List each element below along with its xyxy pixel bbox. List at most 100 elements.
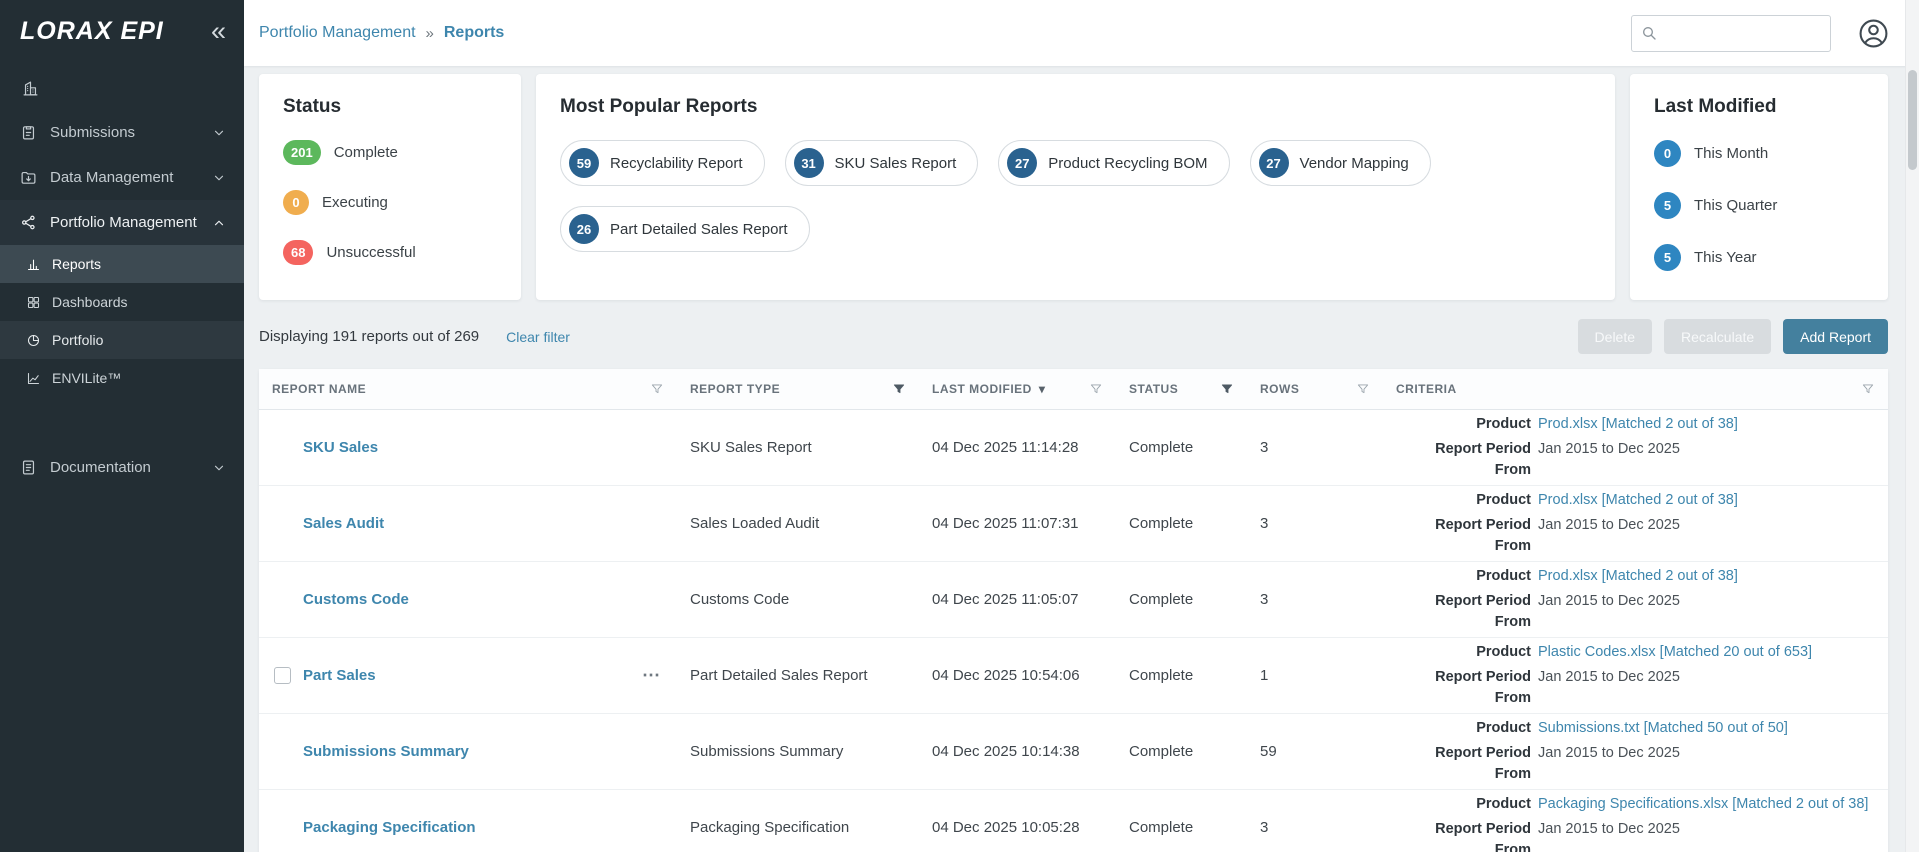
- last-modified-count-badge: 5: [1654, 244, 1681, 271]
- table-row[interactable]: SKU Sales ⋯ SKU Sales Report 04 Dec 2025…: [259, 410, 1888, 486]
- popular-count-badge: 31: [794, 148, 824, 178]
- user-avatar-icon[interactable]: [1858, 18, 1889, 49]
- chevron-down-icon: [212, 461, 226, 475]
- table-row[interactable]: Customs Code ⋯ Customs Code 04 Dec 2025 …: [259, 562, 1888, 638]
- sidebar-item-envilite[interactable]: ENVILite™: [0, 359, 244, 397]
- filter-icon[interactable]: [892, 382, 906, 396]
- filter-icon[interactable]: [1356, 382, 1370, 396]
- network-icon: [20, 214, 37, 231]
- search-input[interactable]: [1664, 25, 1821, 41]
- popular-report-pill[interactable]: 31 SKU Sales Report: [785, 140, 979, 186]
- sidebar-item-submissions[interactable]: Submissions: [0, 110, 244, 155]
- table-body: SKU Sales ⋯ SKU Sales Report 04 Dec 2025…: [259, 410, 1888, 852]
- sidebar-collapse-button[interactable]: «: [211, 18, 226, 45]
- filter-icon[interactable]: [1861, 382, 1875, 396]
- row-menu-button[interactable]: ⋯: [638, 665, 664, 686]
- criteria-label: Report Period From: [1396, 743, 1531, 785]
- table-row[interactable]: Sales Audit ⋯ Sales Loaded Audit 04 Dec …: [259, 486, 1888, 562]
- report-name-cell: Packaging Specification ⋯: [259, 817, 677, 838]
- column-header-label: REPORT TYPE: [690, 382, 780, 396]
- filter-icon[interactable]: [1220, 382, 1234, 396]
- criteria-label: Report Period From: [1396, 515, 1531, 557]
- vertical-scrollbar[interactable]: [1905, 0, 1919, 852]
- report-name-link[interactable]: SKU Sales: [303, 439, 378, 456]
- report-name-link[interactable]: Packaging Specification: [303, 819, 476, 836]
- criteria-value-link[interactable]: Submissions.txt [Matched 50 out of 50]: [1538, 718, 1874, 739]
- popular-pill-label: Product Recycling BOM: [1048, 155, 1207, 172]
- recalculate-button[interactable]: Recalculate: [1664, 319, 1771, 354]
- report-name-cell: Part Sales ⋯: [259, 665, 677, 686]
- breadcrumb: Portfolio Management » Reports: [259, 24, 504, 42]
- table-row[interactable]: Packaging Specification ⋯ Packaging Spec…: [259, 790, 1888, 852]
- column-header[interactable]: LAST MODIFIED ▾: [919, 382, 1116, 396]
- breadcrumb-portfolio-management[interactable]: Portfolio Management: [259, 24, 416, 42]
- column-header[interactable]: REPORT TYPE ▾: [677, 382, 919, 396]
- last-modified-cell: 04 Dec 2025 11:14:28: [919, 439, 1116, 456]
- sidebar-item-label: Data Management: [50, 169, 173, 186]
- sidebar-item-portfolio[interactable]: Portfolio: [0, 321, 244, 359]
- criteria-label: Report Period From: [1396, 591, 1531, 633]
- sidebar-item-portfolio-management[interactable]: Portfolio Management: [0, 200, 244, 245]
- criteria-line: ProductProd.xlsx [Matched 2 out of 38]: [1396, 414, 1874, 435]
- report-name-link[interactable]: Submissions Summary: [303, 743, 469, 760]
- sidebar-item-dashboards[interactable]: Dashboards: [0, 283, 244, 321]
- scrollbar-thumb[interactable]: [1908, 70, 1917, 170]
- criteria-value-link[interactable]: Prod.xlsx [Matched 2 out of 38]: [1538, 490, 1874, 511]
- criteria-value-link[interactable]: Plastic Codes.xlsx [Matched 20 out of 65…: [1538, 642, 1874, 663]
- sidebar-item-data-management[interactable]: Data Management: [0, 155, 244, 200]
- breadcrumb-separator: »: [426, 25, 434, 42]
- status-count-badge: 0: [283, 190, 309, 215]
- column-header[interactable]: REPORT NAME ▾: [259, 382, 677, 396]
- delete-button[interactable]: Delete: [1578, 319, 1652, 354]
- filter-icon[interactable]: [650, 382, 664, 396]
- row-checkbox[interactable]: [274, 667, 291, 684]
- criteria-value-link[interactable]: Prod.xlsx [Matched 2 out of 38]: [1538, 414, 1874, 435]
- column-header-label: ROWS: [1260, 382, 1299, 396]
- status-cell: Complete: [1116, 515, 1247, 532]
- sidebar-item-organization[interactable]: [0, 66, 244, 110]
- clear-filter-link[interactable]: Clear filter: [506, 329, 570, 345]
- toolbar-buttons: Delete Recalculate Add Report: [1578, 319, 1888, 354]
- rows-cell: 3: [1247, 439, 1383, 456]
- popular-report-pill[interactable]: 59 Recyclability Report: [560, 140, 765, 186]
- status-count-badge: 201: [283, 140, 321, 165]
- column-header[interactable]: ROWS ▾: [1247, 382, 1383, 396]
- popular-report-pill[interactable]: 27 Product Recycling BOM: [998, 140, 1229, 186]
- table-row[interactable]: Part Sales ⋯ Part Detailed Sales Report …: [259, 638, 1888, 714]
- status-item-label: Executing: [322, 194, 388, 211]
- filter-icon[interactable]: [1089, 382, 1103, 396]
- last-modified-list: 0 This Month 5 This Quarter 5 This Year: [1654, 140, 1864, 271]
- criteria-label: Report Period From: [1396, 439, 1531, 481]
- reports-table: REPORT NAME ▾ REPORT TYPE ▾ LAST MODIFIE…: [259, 369, 1888, 852]
- popular-report-pill[interactable]: 27 Vendor Mapping: [1250, 140, 1431, 186]
- criteria-value-link[interactable]: Packaging Specifications.xlsx [Matched 2…: [1538, 794, 1874, 815]
- chevron-down-icon: [212, 171, 226, 185]
- report-name-link[interactable]: Customs Code: [303, 591, 409, 608]
- criteria-value: Jan 2015 to Dec 2025: [1538, 667, 1874, 709]
- sidebar: LORAX EPI « Submissions Data Management: [0, 0, 244, 852]
- folder-icon: [20, 169, 37, 186]
- add-report-button[interactable]: Add Report: [1783, 319, 1888, 354]
- criteria-cell: ProductProd.xlsx [Matched 2 out of 38]Re…: [1383, 562, 1888, 637]
- rows-cell: 3: [1247, 515, 1383, 532]
- last-modified-card: Last Modified 0 This Month 5 This Quarte…: [1630, 74, 1888, 300]
- sort-desc-icon[interactable]: ▾: [1039, 382, 1046, 396]
- sidebar-item-documentation[interactable]: Documentation: [0, 445, 244, 490]
- criteria-line: ProductPlastic Codes.xlsx [Matched 20 ou…: [1396, 642, 1874, 663]
- report-name-link[interactable]: Part Sales: [303, 667, 376, 684]
- rows-cell: 1: [1247, 667, 1383, 684]
- popular-report-pill[interactable]: 26 Part Detailed Sales Report: [560, 206, 810, 252]
- report-name-cell: Submissions Summary ⋯: [259, 741, 677, 762]
- criteria-line: ProductSubmissions.txt [Matched 50 out o…: [1396, 718, 1874, 739]
- column-header[interactable]: CRITERIA ▾: [1383, 382, 1888, 396]
- table-row[interactable]: Submissions Summary ⋯ Submissions Summar…: [259, 714, 1888, 790]
- report-type-cell: Part Detailed Sales Report: [677, 667, 919, 684]
- popular-count-badge: 26: [569, 214, 599, 244]
- pie-chart-icon: [26, 333, 41, 348]
- sidebar-item-reports[interactable]: Reports: [0, 245, 244, 283]
- report-name-link[interactable]: Sales Audit: [303, 515, 384, 532]
- app-logo: LORAX EPI: [20, 17, 164, 46]
- criteria-value-link[interactable]: Prod.xlsx [Matched 2 out of 38]: [1538, 566, 1874, 587]
- sidebar-item-label: Submissions: [50, 124, 135, 141]
- column-header[interactable]: STATUS ▾: [1116, 382, 1247, 396]
